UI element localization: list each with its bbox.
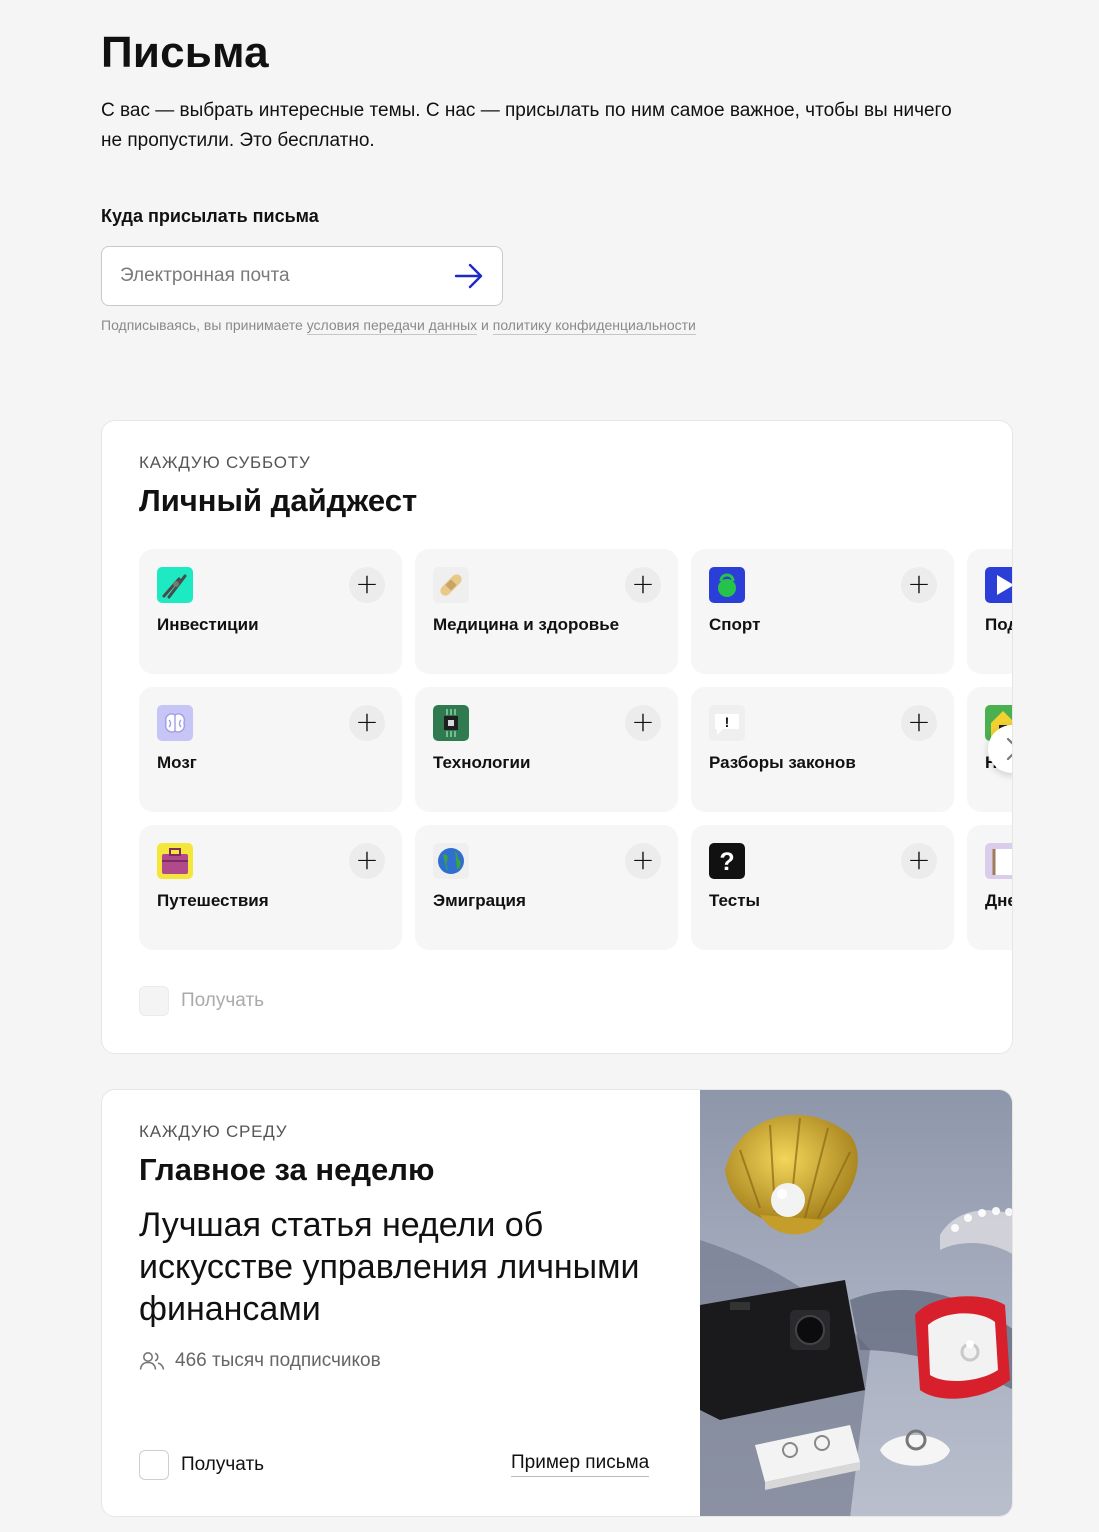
personal-digest-card: КАЖДУЮ СУББОТУ Личный дайджест Инвестици…: [101, 420, 1013, 1054]
digest-schedule: КАЖДУЮ СУББОТУ: [139, 453, 311, 472]
speech-bubble-icon: !: [709, 705, 745, 741]
page-title: Письма: [101, 28, 269, 77]
question-icon: ?: [709, 843, 745, 879]
consent-and: и: [481, 317, 489, 333]
data-transfer-terms-link[interactable]: условия передачи данных: [306, 317, 478, 335]
add-topic-button[interactable]: +: [625, 705, 661, 741]
users-icon: [139, 1352, 165, 1370]
topic-label: Технологии: [433, 753, 531, 772]
add-topic-button[interactable]: +: [349, 705, 385, 741]
weekly-highlights-card: КАЖДУЮ СРЕДУ Главное за неделю Лучшая ст…: [101, 1089, 1013, 1517]
topic-label: Спорт: [709, 615, 761, 634]
digest-receive-label: Получать: [181, 990, 265, 1011]
consent-text: Подписываясь, вы принимаете условия пере…: [101, 317, 696, 335]
weekly-receive-checkbox[interactable]: [139, 1450, 169, 1480]
topic-tile[interactable]: Инвестиции +: [139, 549, 402, 674]
topic-label: Мозг: [157, 753, 197, 772]
bandage-icon: [433, 567, 469, 603]
email-input[interactable]: [120, 247, 440, 305]
topic-tile[interactable]: Дне+: [967, 825, 1012, 950]
diary-icon: [985, 843, 1012, 879]
still-life-photo: [700, 1090, 1012, 1516]
digest-title: Личный дайджест: [139, 483, 418, 518]
chip-icon: [433, 705, 469, 741]
topic-label: Эмиграция: [433, 891, 526, 910]
subscriber-count: 466 тысяч подписчиков: [139, 1350, 381, 1372]
topic-label: Путешествия: [157, 891, 269, 910]
svg-text:!: !: [725, 714, 730, 730]
add-topic-button[interactable]: +: [625, 567, 661, 603]
brain-icon: [157, 705, 193, 741]
weekly-title: Главное за неделю: [139, 1152, 435, 1187]
topic-label: Инвестиции: [157, 615, 259, 634]
play-icon: [985, 567, 1012, 603]
weekly-schedule: КАЖДУЮ СРЕДУ: [139, 1122, 288, 1141]
weekly-receive-toggle[interactable]: Получать: [139, 1450, 264, 1480]
add-topic-button[interactable]: +: [625, 843, 661, 879]
topic-tile[interactable]: Под+: [967, 549, 1012, 674]
page-intro: С вас — выбрать интересные темы. С нас —…: [101, 100, 952, 151]
topic-tile[interactable]: Путешествия +: [139, 825, 402, 950]
topic-tile[interactable]: Эмиграция +: [415, 825, 678, 950]
topic-tile[interactable]: Мозг +: [139, 687, 402, 812]
chevron-right-icon: [1006, 737, 1012, 761]
carousel-next-button[interactable]: [988, 725, 1012, 773]
add-topic-button[interactable]: +: [901, 843, 937, 879]
topic-tile[interactable]: Спорт +: [691, 549, 954, 674]
topic-tile[interactable]: Технологии +: [415, 687, 678, 812]
weekly-receive-label: Получать: [181, 1454, 265, 1475]
add-topic-button[interactable]: +: [901, 567, 937, 603]
pliers-icon: [157, 567, 193, 603]
subscriber-count-text: 466 тысяч подписчиков: [175, 1350, 381, 1371]
topic-label: Медицина и здоровье: [433, 615, 620, 634]
consent-prefix: Подписываясь, вы принимаете: [101, 317, 303, 333]
topic-tile[interactable]: ? Тесты +: [691, 825, 954, 950]
kettlebell-icon: [709, 567, 745, 603]
email-form: [101, 246, 503, 306]
topic-tile[interactable]: ! Разборы законов +: [691, 687, 954, 812]
globe-icon: [433, 843, 469, 879]
svg-text:?: ?: [719, 848, 734, 876]
suitcase-icon: [157, 843, 193, 879]
example-letter-link[interactable]: Пример письма: [511, 1452, 650, 1477]
add-topic-button[interactable]: +: [349, 567, 385, 603]
topic-label: Разборы законов: [709, 753, 856, 772]
topic-label: Дне: [985, 891, 1012, 910]
privacy-policy-link[interactable]: политику конфиденциальности: [492, 317, 696, 335]
submit-arrow-icon[interactable]: [454, 263, 484, 289]
topic-label: Тесты: [709, 891, 761, 910]
topic-label: Под: [985, 615, 1012, 634]
weekly-headline: Лучшая статья недели об искусстве управл…: [139, 1206, 640, 1328]
add-topic-button[interactable]: +: [349, 843, 385, 879]
topic-tile[interactable]: Медицина и здоровье +: [415, 549, 678, 674]
digest-receive-toggle[interactable]: Получать: [139, 986, 264, 1016]
digest-receive-checkbox[interactable]: [139, 986, 169, 1016]
add-topic-button[interactable]: +: [901, 705, 937, 741]
email-label: Куда присылать письма: [101, 206, 319, 226]
